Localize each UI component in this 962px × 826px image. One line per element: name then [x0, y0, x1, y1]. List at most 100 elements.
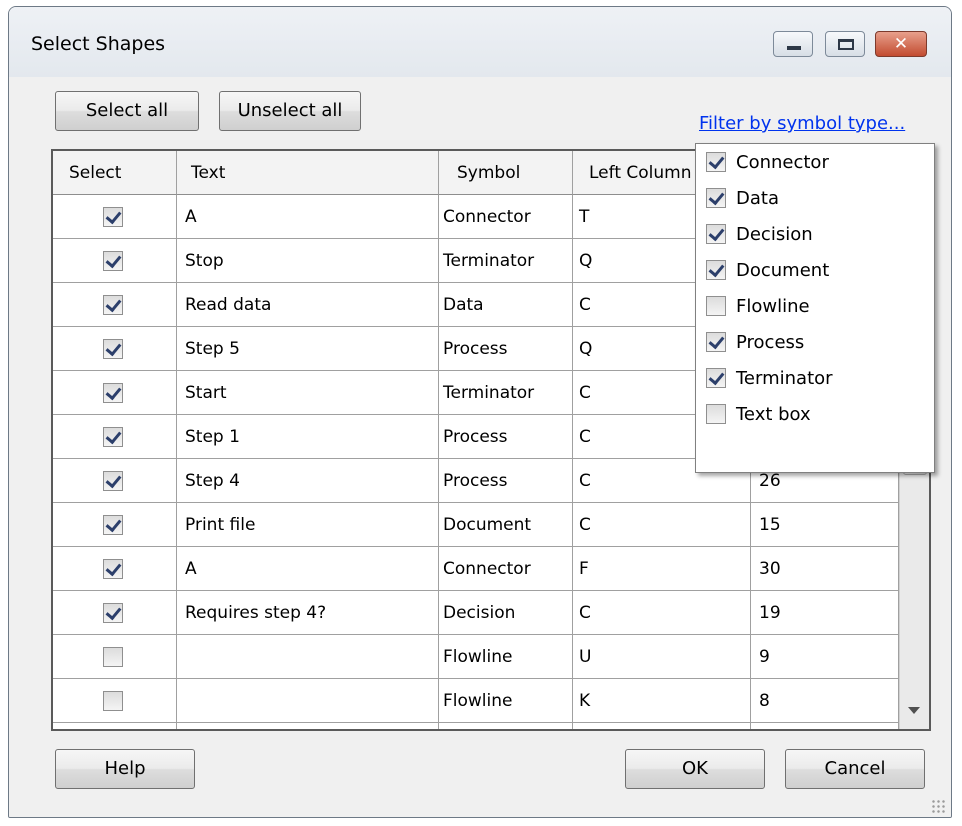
filter-checkbox[interactable] — [706, 296, 726, 316]
select-cell — [53, 195, 177, 239]
row-select-checkbox[interactable] — [103, 471, 123, 491]
symbol-cell[interactable]: Terminator — [439, 371, 573, 415]
row-select-checkbox[interactable] — [103, 339, 123, 359]
row-select-checkbox[interactable] — [103, 691, 123, 711]
row-select-checkbox[interactable] — [103, 647, 123, 667]
text-cell[interactable]: A — [177, 195, 439, 239]
symbol-cell[interactable]: Decision — [439, 591, 573, 635]
column-header-symbol[interactable]: Symbol — [439, 151, 573, 195]
title-bar[interactable]: Select Shapes ✕ — [9, 7, 951, 77]
select-cell — [53, 503, 177, 547]
filter-item-document[interactable]: Document — [706, 256, 926, 286]
left-column-cell[interactable]: C — [573, 503, 751, 547]
symbol-cell[interactable]: Document — [439, 503, 573, 547]
filter-by-symbol-type-link[interactable]: Filter by symbol type... — [699, 113, 905, 134]
help-button[interactable]: Help — [55, 749, 195, 789]
text-cell[interactable] — [177, 679, 439, 723]
text-cell[interactable]: Start — [177, 371, 439, 415]
filter-item-text-box[interactable]: Text box — [706, 400, 926, 430]
symbol-cell[interactable]: Process — [439, 459, 573, 503]
scroll-down-icon[interactable] — [908, 707, 920, 714]
row-select-checkbox[interactable] — [103, 295, 123, 315]
symbol-cell[interactable]: Flowline — [439, 679, 573, 723]
filter-item-process[interactable]: Process — [706, 328, 926, 358]
symbol-cell[interactable]: Flowline — [439, 635, 573, 679]
top-row-cell[interactable]: 15 — [751, 503, 899, 547]
table-row[interactable]: Print file Document C 15 — [53, 503, 899, 547]
close-button[interactable]: ✕ — [875, 31, 927, 57]
row-select-checkbox[interactable] — [103, 207, 123, 227]
select-shapes-dialog: Select Shapes ✕ Select all Unselect all … — [8, 6, 952, 818]
symbol-cell[interactable] — [439, 723, 573, 729]
symbol-cell[interactable]: Connector — [439, 547, 573, 591]
select-cell — [53, 283, 177, 327]
top-row-cell[interactable]: 19 — [751, 591, 899, 635]
symbol-cell[interactable]: Data — [439, 283, 573, 327]
select-all-button[interactable]: Select all — [55, 91, 199, 131]
text-cell[interactable] — [177, 635, 439, 679]
text-cell[interactable]: Requires step 4? — [177, 591, 439, 635]
symbol-cell[interactable]: Terminator — [439, 239, 573, 283]
table-row[interactable]: Flowline U 9 — [53, 635, 899, 679]
row-select-checkbox[interactable] — [103, 603, 123, 623]
row-select-checkbox[interactable] — [103, 559, 123, 579]
symbol-cell[interactable]: Process — [439, 327, 573, 371]
filter-item-connector[interactable]: Connector — [706, 148, 926, 178]
row-select-checkbox[interactable] — [103, 383, 123, 403]
filter-item-data[interactable]: Data — [706, 184, 926, 214]
row-select-checkbox[interactable] — [103, 427, 123, 447]
text-cell[interactable] — [177, 723, 439, 729]
top-row-cell[interactable]: 9 — [751, 635, 899, 679]
top-row-cell[interactable]: 8 — [751, 679, 899, 723]
unselect-all-button[interactable]: Unselect all — [219, 91, 361, 131]
cancel-button[interactable]: Cancel — [785, 749, 925, 789]
table-row[interactable]: Requires step 4? Decision C 19 — [53, 591, 899, 635]
text-cell[interactable]: A — [177, 547, 439, 591]
text-cell[interactable]: Read data — [177, 283, 439, 327]
minimize-button[interactable] — [773, 31, 813, 57]
select-cell — [53, 415, 177, 459]
filter-checkbox[interactable] — [706, 332, 726, 352]
column-header-select[interactable]: Select — [53, 151, 177, 195]
filter-item-label: Connector — [736, 152, 829, 173]
filter-item-terminator[interactable]: Terminator — [706, 364, 926, 394]
text-cell[interactable]: Print file — [177, 503, 439, 547]
filter-item-label: Data — [736, 188, 779, 209]
top-row-cell[interactable] — [751, 723, 899, 729]
left-column-cell[interactable]: C — [573, 591, 751, 635]
resize-grip-icon[interactable] — [931, 799, 945, 813]
select-cell — [53, 679, 177, 723]
symbol-cell[interactable]: Connector — [439, 195, 573, 239]
select-cell — [53, 547, 177, 591]
table-row[interactable] — [53, 723, 899, 729]
left-column-cell[interactable]: U — [573, 635, 751, 679]
select-cell — [53, 371, 177, 415]
filter-checkbox[interactable] — [706, 404, 726, 424]
table-row[interactable]: A Connector F 30 — [53, 547, 899, 591]
filter-checkbox[interactable] — [706, 224, 726, 244]
left-column-cell[interactable]: K — [573, 679, 751, 723]
filter-checkbox[interactable] — [706, 368, 726, 388]
text-cell[interactable]: Stop — [177, 239, 439, 283]
minimize-icon — [787, 46, 801, 50]
row-select-checkbox[interactable] — [103, 515, 123, 535]
left-column-cell[interactable] — [573, 723, 751, 729]
text-cell[interactable]: Step 1 — [177, 415, 439, 459]
top-row-cell[interactable]: 30 — [751, 547, 899, 591]
ok-button[interactable]: OK — [625, 749, 765, 789]
filter-checkbox[interactable] — [706, 152, 726, 172]
filter-checkbox[interactable] — [706, 188, 726, 208]
filter-item-label: Decision — [736, 224, 813, 245]
filter-item-flowline[interactable]: Flowline — [706, 292, 926, 322]
filter-item-decision[interactable]: Decision — [706, 220, 926, 250]
text-cell[interactable]: Step 4 — [177, 459, 439, 503]
text-cell[interactable]: Step 5 — [177, 327, 439, 371]
column-header-text[interactable]: Text — [177, 151, 439, 195]
left-column-cell[interactable]: F — [573, 547, 751, 591]
maximize-icon — [838, 39, 854, 50]
row-select-checkbox[interactable] — [103, 251, 123, 271]
filter-checkbox[interactable] — [706, 260, 726, 280]
table-row[interactable]: Flowline K 8 — [53, 679, 899, 723]
symbol-cell[interactable]: Process — [439, 415, 573, 459]
maximize-button[interactable] — [825, 31, 865, 57]
